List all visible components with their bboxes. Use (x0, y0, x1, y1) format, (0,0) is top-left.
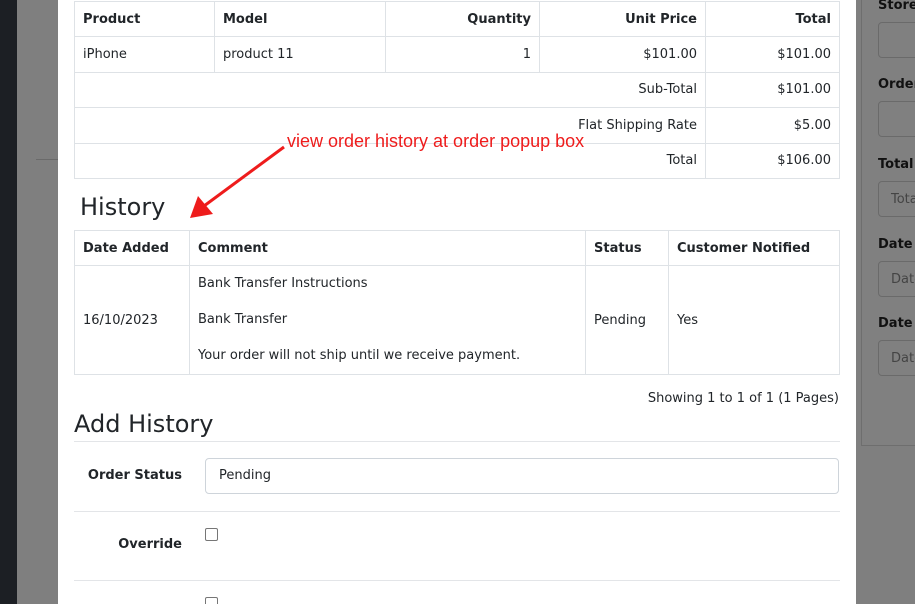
filter-label-date-from: Date I (878, 237, 915, 252)
notify-checkbox[interactable] (205, 597, 218, 604)
divider (74, 511, 840, 512)
table-row: iPhone product 11 1 $101.00 $101.00 (74, 36, 840, 73)
history-table: Date Added Comment Status Customer Notif… (74, 230, 840, 375)
subtotal-label: Sub-Total (74, 71, 706, 109)
header-status: Status (585, 230, 669, 266)
history-comment: Bank Transfer Instructions Bank Transfer… (189, 265, 586, 375)
grand-total-value: $106.00 (705, 142, 840, 179)
product-model: product 11 (214, 36, 386, 73)
header-product: Product (74, 0, 215, 38)
annotation-arrow-icon (190, 145, 285, 218)
filter-label-date-to: Date T (878, 316, 915, 331)
filter-input-date-from[interactable]: Date (878, 261, 915, 297)
history-date: 16/10/2023 (74, 265, 190, 375)
product-total: $101.00 (705, 36, 840, 73)
comment-line: Bank Transfer Instructions (198, 276, 368, 291)
filter-input-date-to[interactable]: Date (878, 340, 915, 376)
filter-input-order[interactable] (878, 101, 915, 137)
annotation-text: view order history at order popup box (287, 131, 585, 151)
product-quantity: 1 (385, 36, 540, 73)
table-row: 16/10/2023 Bank Transfer Instructions Ba… (74, 265, 840, 375)
history-status: Pending (585, 265, 669, 375)
divider (74, 580, 840, 581)
history-title: History (80, 193, 166, 221)
product-unit-price: $101.00 (539, 36, 706, 73)
header-comment: Comment (189, 230, 586, 266)
comment-line: Bank Transfer (198, 312, 288, 327)
comment-line: Your order will not ship until we receiv… (198, 348, 521, 363)
header-date-added: Date Added (74, 230, 190, 266)
header-customer-notified: Customer Notified (668, 230, 840, 266)
filter-input-total[interactable]: Tota (878, 181, 915, 217)
history-notified: Yes (668, 265, 840, 375)
totals-row: Sub-Total $101.00 (74, 71, 840, 109)
header-unit-price: Unit Price (539, 0, 706, 38)
override-label: Override (118, 537, 182, 552)
filter-panel (861, 0, 915, 446)
background-card (36, 0, 60, 160)
divider (74, 441, 840, 442)
filter-label-store: Store (878, 0, 915, 13)
subtotal-value: $101.00 (705, 71, 840, 109)
order-status-label: Order Status (87, 468, 182, 483)
filter-input-store[interactable] (878, 22, 915, 58)
header-model: Model (214, 0, 386, 38)
filter-label-total: Total (878, 157, 914, 172)
override-checkbox[interactable] (205, 528, 218, 541)
header-total: Total (705, 0, 840, 38)
header-quantity: Quantity (385, 0, 540, 38)
table-header-row: Date Added Comment Status Customer Notif… (74, 230, 840, 266)
shipping-value: $5.00 (705, 107, 840, 144)
product-name: iPhone (74, 36, 215, 73)
filter-label-order: Order (878, 77, 915, 92)
add-history-title: Add History (74, 410, 214, 438)
table-header-row: Product Model Quantity Unit Price Total (74, 0, 840, 38)
pagination-text: Showing 1 to 1 of 1 (1 Pages) (647, 391, 839, 406)
sidebar-background (0, 0, 17, 604)
order-status-select[interactable]: Pending (205, 458, 839, 494)
